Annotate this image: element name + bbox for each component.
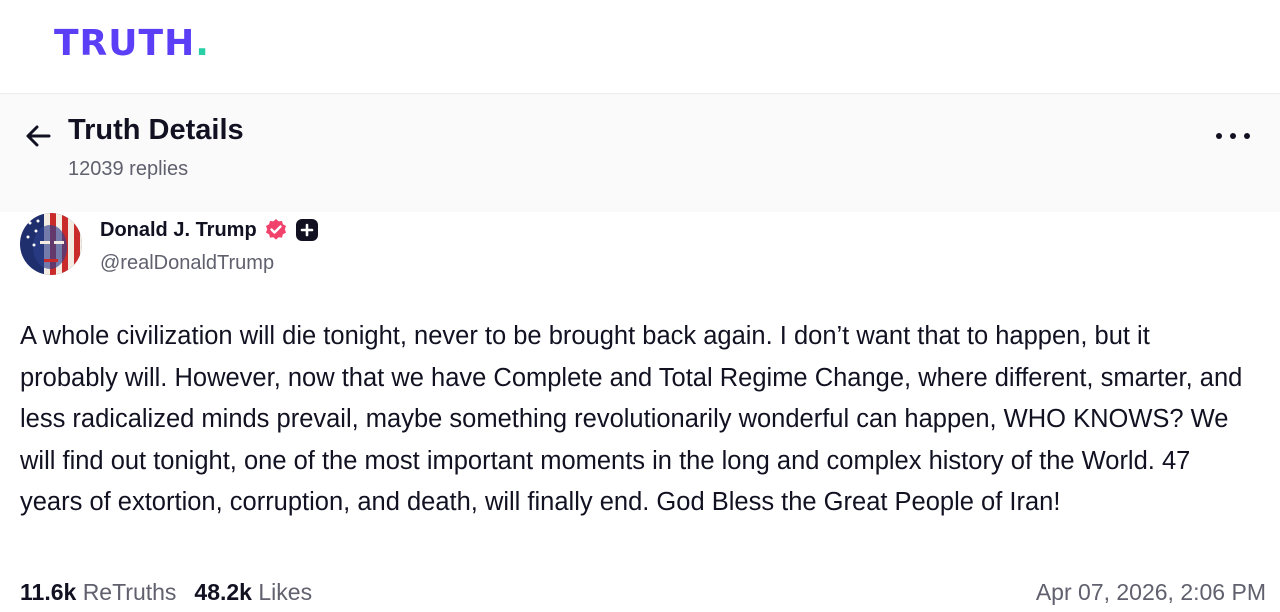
avatar[interactable]: [20, 213, 82, 275]
more-horizontal-icon: [1216, 133, 1222, 139]
page-title: Truth Details: [68, 114, 244, 146]
plus-badge-icon: [295, 219, 318, 241]
post-stats: 11.6k ReTruths 48.2k Likes: [20, 579, 312, 606]
back-button[interactable]: [22, 120, 54, 152]
post-timestamp: Apr 07, 2026, 2:06 PM: [1035, 579, 1266, 605]
author-row: Donald J. Trump: [100, 218, 318, 242]
truth-logo[interactable]: TRUTH.: [54, 22, 210, 66]
page-header: Truth Details 12039 replies: [0, 94, 1280, 212]
top-bar: TRUTH.: [0, 0, 1280, 94]
verified-badge-icon: [265, 219, 286, 240]
arrow-left-icon: [26, 125, 51, 147]
replies-count: 12039 replies: [68, 158, 189, 180]
avatar-image: [20, 213, 82, 275]
retruths-stat[interactable]: 11.6k ReTruths: [20, 579, 176, 606]
post-text: A whole civilization will die tonight, n…: [20, 322, 1243, 517]
more-options-button[interactable]: [1216, 124, 1250, 148]
author-name[interactable]: Donald J. Trump: [100, 219, 257, 242]
likes-stat[interactable]: 48.2k Likes: [194, 579, 312, 606]
author-handle[interactable]: @realDonaldTrump: [100, 252, 274, 275]
